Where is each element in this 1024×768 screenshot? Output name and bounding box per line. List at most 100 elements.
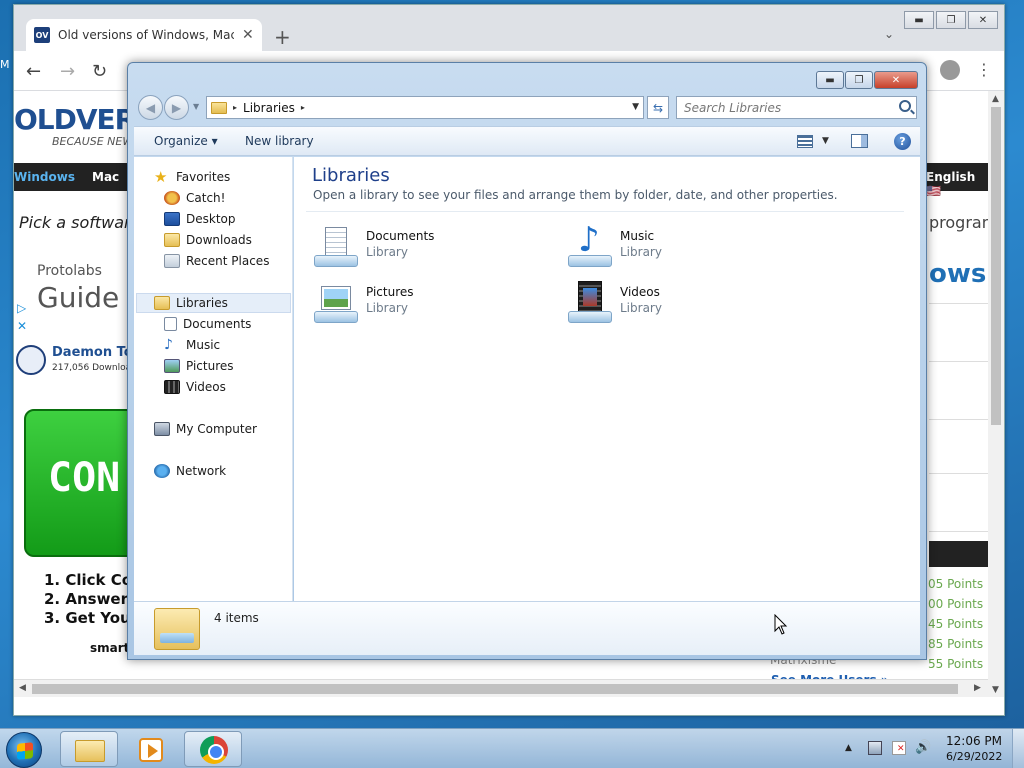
- sidebar-item-music[interactable]: ♪ Music: [164, 335, 220, 355]
- organize-button[interactable]: Organize ▾: [154, 134, 218, 148]
- search-input[interactable]: [677, 97, 887, 118]
- browser-tab[interactable]: OV Old versions of Windows, Mac and Linu…: [26, 19, 262, 51]
- start-button[interactable]: [6, 732, 42, 768]
- tab-search-chevron-icon[interactable]: ⌄: [884, 27, 894, 41]
- library-name: Videos: [620, 285, 660, 299]
- explorer-navigation-bar: ◀ ▶ ▼ ▸ Libraries ▸ ▼ ⇆: [136, 95, 920, 121]
- recent-pages-chevron-icon[interactable]: ▼: [193, 102, 199, 111]
- music-note-icon: ♪: [164, 337, 173, 353]
- recent-places-icon: [164, 254, 180, 268]
- breadcrumb-arrow-icon[interactable]: ▸: [301, 103, 305, 112]
- sidebar-item-documents[interactable]: Documents: [164, 314, 251, 334]
- library-name: Documents: [366, 229, 435, 243]
- sidebar-divider: [929, 531, 989, 532]
- top-users-header: [929, 541, 989, 567]
- sidebar-item-favorites[interactable]: ★ Favorites: [154, 167, 230, 187]
- taskbar-media-player-button[interactable]: [121, 731, 179, 767]
- new-library-button[interactable]: New library: [245, 134, 314, 148]
- library-tile-videos[interactable]: Videos Library: [566, 277, 806, 327]
- clock-time[interactable]: 12:06 PM: [946, 734, 1002, 748]
- profile-avatar-icon[interactable]: [940, 60, 960, 80]
- sidebar-item-libraries[interactable]: Libraries: [136, 293, 291, 313]
- vertical-scroll-thumb[interactable]: [991, 107, 1001, 425]
- documents-library-icon: [312, 225, 360, 269]
- sidebar-item-catch[interactable]: Catch!: [164, 188, 225, 208]
- site-nav-windows[interactable]: Windows: [14, 170, 75, 184]
- action-center-flag-icon[interactable]: [892, 741, 906, 755]
- daemon-tools-icon[interactable]: [16, 345, 46, 375]
- sidebar-item-my-computer[interactable]: My Computer: [154, 419, 257, 439]
- sidebar-item-label: Libraries: [176, 296, 228, 310]
- videos-library-icon: [566, 281, 614, 325]
- sidebar-item-pictures[interactable]: Pictures: [164, 356, 234, 376]
- search-icon[interactable]: [899, 100, 911, 112]
- explorer-minimize-button[interactable]: ▬: [816, 71, 844, 89]
- breadcrumb-libraries[interactable]: Libraries: [243, 101, 295, 115]
- address-bar[interactable]: ▸ Libraries ▸ ▼: [206, 96, 644, 119]
- taskbar-chrome-button[interactable]: [184, 731, 242, 767]
- tab-close-icon[interactable]: ✕: [242, 27, 254, 43]
- breadcrumb-arrow-icon[interactable]: ▸: [233, 103, 237, 112]
- sidebar-item-label: Desktop: [186, 212, 236, 226]
- site-nav-mac[interactable]: Mac: [92, 170, 119, 184]
- sidebar-item-videos[interactable]: Videos: [164, 377, 226, 397]
- clock-date[interactable]: 6/29/2022: [946, 750, 1002, 763]
- ad-headline[interactable]: Guide: [37, 281, 119, 314]
- sidebar-item-recent-places[interactable]: Recent Places: [164, 251, 269, 271]
- back-arrow-icon[interactable]: ←: [26, 61, 41, 82]
- ad-continue-button[interactable]: CON: [24, 409, 144, 557]
- show-hidden-icons-icon[interactable]: ▲: [845, 743, 852, 753]
- new-tab-button[interactable]: +: [274, 25, 291, 49]
- scroll-down-icon[interactable]: ▼: [992, 685, 999, 695]
- browser-close-button[interactable]: ✕: [968, 11, 998, 29]
- library-tile-documents[interactable]: Documents Library: [312, 221, 552, 271]
- change-view-icon[interactable]: [797, 135, 813, 148]
- reload-icon[interactable]: ↻: [92, 61, 107, 82]
- ad-continue-label: CON: [48, 455, 121, 501]
- ad-close-icon[interactable]: ✕: [17, 319, 27, 333]
- sidebar-item-downloads[interactable]: Downloads: [164, 230, 252, 250]
- view-options-chevron-icon[interactable]: ▼: [822, 136, 829, 146]
- explorer-close-button[interactable]: ✕: [874, 71, 918, 89]
- site-nav-language[interactable]: English 🇺🇸: [926, 170, 989, 198]
- site-favicon-icon: OV: [34, 27, 50, 43]
- preview-pane-icon[interactable]: [851, 134, 868, 148]
- browser-minimize-button[interactable]: ▬: [904, 11, 934, 29]
- taskbar-explorer-button[interactable]: [60, 731, 118, 767]
- scroll-right-icon[interactable]: ▶: [974, 683, 981, 693]
- sidebar-divider: [929, 303, 989, 304]
- scroll-left-icon[interactable]: ◀: [19, 683, 26, 693]
- vertical-scrollbar[interactable]: ▲ ▼: [988, 91, 1004, 697]
- user-points: 55 Points: [928, 657, 984, 671]
- volume-speaker-icon[interactable]: 🔊: [915, 741, 931, 755]
- sidebar-item-label: Downloads: [186, 233, 252, 247]
- browser-restore-button[interactable]: ❐: [936, 11, 966, 29]
- program-heading: program: [929, 213, 989, 232]
- library-type: Library: [620, 301, 662, 315]
- address-dropdown-icon[interactable]: ▼: [632, 102, 639, 112]
- sidebar-item-desktop[interactable]: Desktop: [164, 209, 236, 229]
- user-points: 05 Points: [928, 577, 984, 591]
- help-icon[interactable]: ?: [894, 133, 911, 150]
- network-tray-icon[interactable]: [868, 741, 882, 755]
- library-tile-pictures[interactable]: Pictures Library: [312, 277, 552, 327]
- library-name: Pictures: [366, 285, 414, 299]
- horizontal-scroll-thumb[interactable]: [32, 684, 958, 694]
- explorer-maximize-button[interactable]: ❐: [845, 71, 873, 89]
- ad-choices-icon[interactable]: ▷: [17, 301, 26, 315]
- horizontal-scrollbar[interactable]: ◀ ▶: [14, 679, 989, 697]
- item-count: 4 items: [214, 611, 259, 625]
- chrome-icon: [200, 736, 228, 764]
- refresh-button[interactable]: ⇆: [647, 96, 669, 119]
- ad-brand[interactable]: Protolabs: [37, 263, 102, 279]
- sidebar-item-network[interactable]: Network: [154, 461, 226, 481]
- show-desktop-button[interactable]: [1012, 729, 1024, 768]
- back-button[interactable]: ◀: [138, 95, 163, 120]
- library-tile-music[interactable]: ♪ Music Library: [566, 221, 806, 271]
- scroll-up-icon[interactable]: ▲: [992, 94, 999, 104]
- forward-button[interactable]: ▶: [164, 95, 189, 120]
- search-box[interactable]: [676, 96, 917, 119]
- browser-menu-icon[interactable]: ⋮: [976, 60, 992, 80]
- forward-arrow-icon[interactable]: →: [60, 61, 75, 82]
- tab-title: Old versions of Windows, Mac and Linux S…: [58, 28, 234, 42]
